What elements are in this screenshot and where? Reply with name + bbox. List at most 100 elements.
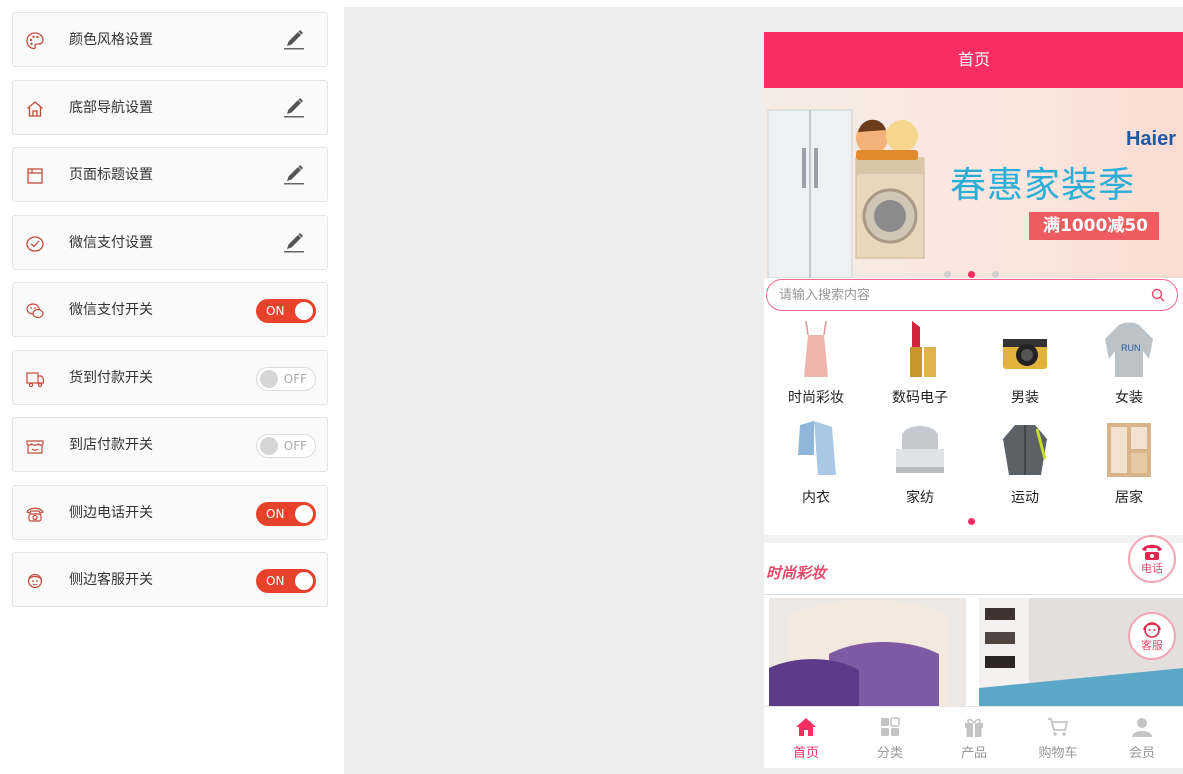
setting-in-store-pay-switch: 到店付款开关 OFF [12,417,328,472]
pajamas-icon [798,421,836,475]
category-label: 女装 [1115,390,1143,406]
tab-label: 分类 [876,746,903,761]
side-service-toggle[interactable]: ON [256,569,316,593]
banner-title: 春惠家装季 [950,165,1136,206]
setting-label: 侧边客服开关 [69,572,153,588]
toggle-knob [295,572,313,590]
edit-pencil-icon[interactable] [281,162,307,188]
carousel-dots [944,263,1011,278]
toggle-state: ON [266,506,285,521]
setting-cod-switch: 货到付款开关 OFF [12,349,328,405]
edit-pencil-icon[interactable] [281,230,307,256]
hoodie-icon: RUN [1105,322,1153,377]
setting-label: 侧边电话开关 [69,504,153,521]
category-item[interactable]: RUN 女装 [1089,319,1169,407]
edit-pencil-icon[interactable] [281,95,307,121]
store-icon [25,436,45,456]
cod-toggle[interactable]: OFF [256,366,316,391]
category-label: 家纺 [906,490,934,506]
carousel-dot[interactable] [992,271,1000,278]
setting-label: 页面标题设置 [69,167,153,183]
product-card[interactable] [769,598,966,706]
category-page-dot [968,518,975,525]
wardrobe-icon [1107,423,1151,477]
gift-icon [965,718,983,737]
setting-label: 颜色风格设置 [69,32,153,48]
category-item[interactable]: 家纺 [880,419,960,507]
toggle-state: OFF [283,371,307,386]
toggle-knob [295,504,313,523]
search-icon[interactable] [1151,288,1165,302]
page-title: 首页 [764,32,1183,88]
tab-home[interactable]: 首页 [764,707,848,768]
svg-text:RUN: RUN [1121,343,1141,353]
toggle-knob [260,437,278,455]
tab-label: 产品 [960,746,987,761]
camera-icon [1003,339,1047,369]
category-label: 数码电子 [892,390,948,406]
tab-member[interactable]: 会员 [1100,707,1183,768]
floating-service-button[interactable]: 客服 [1128,612,1176,660]
wechat-icon [25,301,45,321]
customer-service-icon [25,571,45,591]
setting-page-title: 页面标题设置 [12,147,328,202]
search-bar[interactable] [766,279,1178,311]
delivery-truck-icon [25,369,45,389]
category-item[interactable]: 内衣 [776,419,856,507]
page-icon [25,166,45,186]
floating-service-label: 客服 [1141,639,1163,652]
jacket-icon [1003,425,1047,475]
category-label: 居家 [1115,490,1143,506]
category-item[interactable]: 数码电子 [880,319,960,407]
setting-color-style: 颜色风格设置 [12,12,328,67]
toggle-knob [295,302,313,320]
section-title: 时尚彩妆 [766,564,827,582]
carousel-dot[interactable] [944,271,951,278]
side-phone-toggle[interactable]: ON [256,501,316,526]
telephone-icon [25,504,45,524]
section-underline [764,594,1183,595]
settings-panel: 颜色风格设置 底部导航设置 页面标题设置 微信支付设置 微信支付开关 ON 货到… [12,12,328,620]
grid-icon [881,717,900,736]
home-icon [796,718,816,736]
tab-cart[interactable]: 购物车 [1016,707,1100,768]
cart-icon [1048,718,1069,736]
setting-label: 到店付款开关 [69,437,153,453]
edit-pencil-icon[interactable] [281,27,307,53]
category-item[interactable]: 时尚彩妆 [776,319,856,407]
category-label: 运动 [1011,490,1039,506]
category-item[interactable]: 男装 [985,319,1065,407]
toggle-state: ON [266,574,285,588]
category-item[interactable]: 居家 [1089,419,1169,507]
palette-icon [25,31,45,51]
carousel-dot-active[interactable] [968,271,976,278]
tab-label: 首页 [792,746,819,761]
setting-wechat-pay: 微信支付设置 [12,214,328,270]
tab-label: 购物车 [1038,746,1078,761]
setting-side-phone-switch: 侧边电话开关 ON [12,484,328,540]
tab-label: 会员 [1128,746,1155,761]
banner-carousel[interactable]: Haier 春惠家装季 满1000减50 [764,88,1183,278]
promo-tag: 满1000减50 [1029,212,1159,240]
tab-category[interactable]: 分类 [848,707,932,768]
category-item[interactable]: 运动 [985,419,1065,507]
bed-icon [896,426,944,473]
floating-phone-label: 电话 [1141,562,1163,575]
toggle-state: OFF [283,439,307,453]
camisole-icon [804,320,828,377]
setting-bottom-nav: 底部导航设置 [12,79,328,135]
telephone-icon [1142,544,1162,560]
setting-label: 货到付款开关 [69,369,153,386]
search-input[interactable] [779,285,1139,305]
wechat-pay-toggle[interactable]: ON [256,299,316,323]
category-label: 男装 [1011,390,1039,406]
product-list [769,598,1183,706]
section-divider [764,535,1183,543]
brand-logo: Haier [1125,128,1176,150]
in-store-pay-toggle[interactable]: OFF [256,434,316,458]
setting-label: 微信支付开关 [69,302,153,318]
tab-products[interactable]: 产品 [932,707,1016,768]
floating-phone-button[interactable]: 电话 [1128,535,1176,583]
setting-wechat-pay-switch: 微信支付开关 ON [12,282,328,337]
toggle-knob [260,369,278,388]
